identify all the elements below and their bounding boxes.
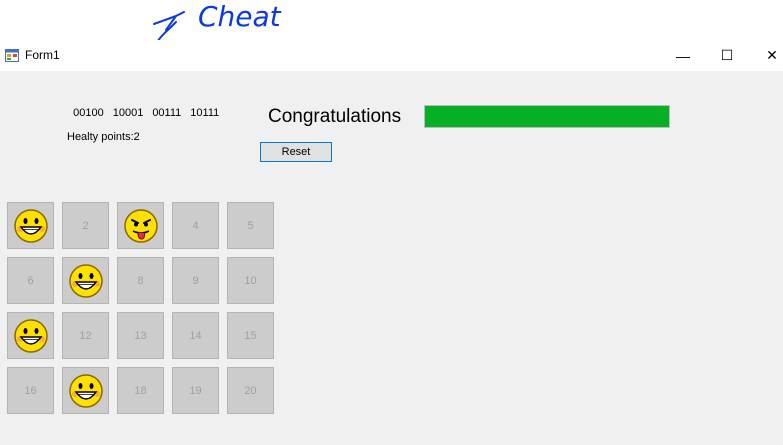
card-number-label: 2: [82, 219, 89, 232]
card-number-label: 12: [79, 329, 92, 342]
code-label: 10001: [112, 107, 144, 119]
code-label: 00100: [73, 107, 104, 119]
card-button-13[interactable]: 13: [117, 312, 164, 359]
card-button-18[interactable]: 18: [117, 367, 164, 414]
card-button-7[interactable]: [62, 257, 109, 304]
close-button[interactable]: ✕: [749, 40, 783, 71]
health-points-label: Healty points:2: [67, 131, 140, 143]
card-number-label: 10: [244, 274, 257, 287]
card-button-4[interactable]: 4: [172, 202, 219, 249]
reset-button[interactable]: Reset: [260, 142, 332, 162]
maximize-icon: ☐: [720, 47, 734, 63]
cheat-annotation-text: Cheat: [198, 0, 282, 33]
card-number-label: 20: [244, 384, 257, 397]
card-number-label: 18: [134, 384, 147, 397]
minimize-icon: —: [676, 47, 690, 64]
card-number-label: 19: [189, 384, 202, 397]
maximize-button[interactable]: ☐: [704, 40, 750, 71]
card-button-20[interactable]: 20: [227, 367, 274, 414]
card-button-14[interactable]: 14: [172, 312, 219, 359]
card-number-label: 9: [192, 274, 199, 287]
progress-bar: [424, 105, 670, 128]
card-button-11[interactable]: [7, 312, 54, 359]
smiley-icon: [13, 208, 49, 244]
card-button-19[interactable]: 19: [172, 367, 219, 414]
card-number-label: 8: [137, 274, 144, 287]
card-button-10[interactable]: 10: [227, 257, 274, 304]
minimize-button[interactable]: —: [660, 40, 706, 71]
card-number-label: 6: [27, 274, 34, 287]
card-button-1[interactable]: [7, 202, 54, 249]
code-label: 00111: [152, 107, 182, 119]
card-button-16[interactable]: 16: [7, 367, 54, 414]
card-button-5[interactable]: 5: [227, 202, 274, 249]
progress-bar-fill: [425, 106, 669, 127]
card-number-label: 4: [192, 219, 199, 232]
cheat-codes: 00100 10001 00111 10111: [67, 95, 219, 119]
smiley-icon: [68, 263, 104, 299]
smiley-icon: [13, 318, 49, 354]
card-number-label: 15: [244, 329, 257, 342]
tongue-smiley-icon: [123, 208, 159, 244]
card-button-3[interactable]: [117, 202, 164, 249]
card-button-12[interactable]: 12: [62, 312, 109, 359]
close-icon: ✕: [766, 47, 778, 63]
card-number-label: 16: [24, 384, 37, 397]
card-button-8[interactable]: 8: [117, 257, 164, 304]
card-button-6[interactable]: 6: [7, 257, 54, 304]
card-number-label: 13: [134, 329, 147, 342]
card-button-2[interactable]: 2: [62, 202, 109, 249]
congratulations-label: Congratulations: [268, 106, 402, 127]
card-button-9[interactable]: 9: [172, 257, 219, 304]
card-button-15[interactable]: 15: [227, 312, 274, 359]
form-app-icon: [5, 49, 19, 62]
window-title: Form1: [25, 48, 60, 62]
title-bar: Form1 — ☐ ✕: [0, 40, 783, 71]
code-label: 10111: [190, 107, 220, 119]
card-button-17[interactable]: [62, 367, 109, 414]
card-number-label: 5: [247, 219, 254, 232]
smiley-icon: [68, 373, 104, 409]
card-number-label: 14: [189, 329, 202, 342]
